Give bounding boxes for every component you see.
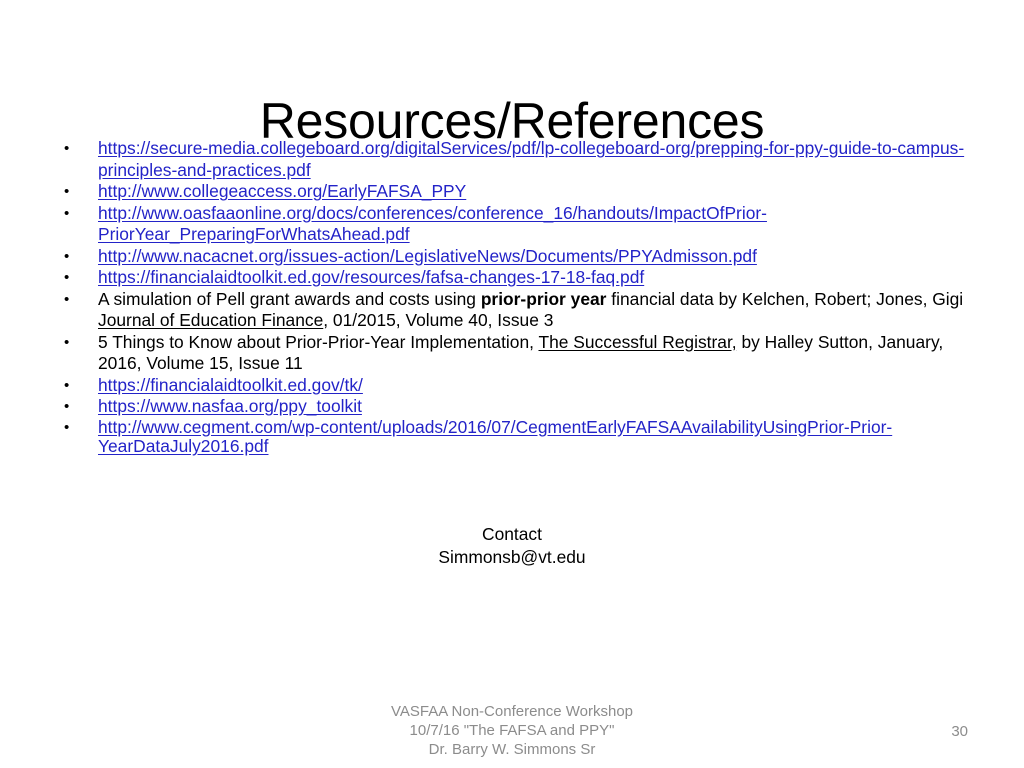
reference-text: 5 Things to Know about Prior-Prior-Year … xyxy=(98,332,976,375)
citation-segment: Journal of Education Finance xyxy=(98,310,324,330)
reference-text: http://www.oasfaaonline.org/docs/confere… xyxy=(98,202,767,245)
bullet-marker-icon: • xyxy=(64,376,70,394)
reference-text: http://www.collegeaccess.org/EarlyFAFSA_… xyxy=(98,181,467,201)
bullet-marker-icon: • xyxy=(64,333,70,351)
reference-link-item[interactable]: • https://www.nasfaa.org/ppy_toolkit xyxy=(56,396,976,418)
reference-link-item[interactable]: • http://www.oasfaaonline.org/docs/confer… xyxy=(56,203,976,246)
contact-block: Contact Simmonsb@vt.edu xyxy=(0,523,1024,569)
reference-link-item[interactable]: • https://financialaidtoolkit.ed.gov/tk/ xyxy=(56,375,976,397)
citation-segment: , 01/2015, Volume 40, Issue 3 xyxy=(323,310,554,330)
citation-segment: 5 Things to Know about Prior-Prior-Year … xyxy=(98,331,539,352)
reference-link-item[interactable]: • https://secure-media.collegeboard.org/d… xyxy=(56,138,976,181)
slide-canvas: Resources/References • https://secure-med… xyxy=(0,0,1024,768)
slide-number: 30 xyxy=(951,723,968,740)
reference-text: https://financialaidtoolkit.ed.gov/tk/ xyxy=(98,374,363,395)
contact-label: Contact xyxy=(482,524,542,544)
bullet-marker-icon: • xyxy=(64,183,70,200)
bullet-marker-icon: • xyxy=(64,398,70,415)
reference-text: https://secure-media.collegeboard.org/di… xyxy=(98,138,965,180)
reference-text: A simulation of Pell grant awards and co… xyxy=(98,289,976,332)
slide-footer: VASFAA Non-Conference Workshop 10/7/16 "… xyxy=(0,702,1024,759)
bullet-marker-icon: • xyxy=(64,140,70,157)
reference-text: https://www.nasfaa.org/ppy_toolkit xyxy=(98,396,362,416)
footer-line-date-topic: 10/7/16 "The FAFSA and PPY" xyxy=(409,722,615,739)
reference-citation-item: • 5 Things to Know about Prior-Prior-Year… xyxy=(56,332,976,375)
reference-link-item[interactable]: • http://www.collegeaccess.org/EarlyFAFSA… xyxy=(56,181,976,203)
footer-line-presenter: Dr. Barry W. Simmons Sr xyxy=(428,741,596,758)
footer-line-event: VASFAA Non-Conference Workshop xyxy=(390,703,634,720)
reference-text: http://www.nacacnet.org/issues-action/Le… xyxy=(98,245,757,266)
citation-segment: A simulation of Pell grant awards and co… xyxy=(98,288,481,309)
reference-link-item[interactable]: • http://www.cegment.com/wp-content/uploa… xyxy=(56,416,976,457)
citation-segment: The Successful Registrar, xyxy=(538,331,737,352)
bullet-marker-icon: • xyxy=(64,204,70,222)
reference-link-item[interactable]: • https://financialaidtoolkit.ed.gov/reso… xyxy=(56,267,976,289)
citation-segment: financial data by Kelchen, Robert; Jones… xyxy=(606,288,964,309)
references-list: • https://secure-media.collegeboard.org/d… xyxy=(56,138,976,457)
bullet-marker-icon: • xyxy=(64,290,70,308)
reference-citation-item: • A simulation of Pell grant awards and c… xyxy=(56,289,976,332)
bullet-marker-icon: • xyxy=(64,247,70,265)
reference-text: https://financialaidtoolkit.ed.gov/resou… xyxy=(98,267,645,287)
bullet-marker-icon: • xyxy=(64,269,70,286)
reference-text: http://www.cegment.com/wp-content/upload… xyxy=(98,416,893,456)
reference-link-item[interactable]: • http://www.nacacnet.org/issues-action/L… xyxy=(56,246,976,268)
contact-email: Simmonsb@vt.edu xyxy=(438,547,586,567)
citation-segment: prior-prior year xyxy=(480,288,607,309)
bullet-marker-icon: • xyxy=(64,418,70,436)
